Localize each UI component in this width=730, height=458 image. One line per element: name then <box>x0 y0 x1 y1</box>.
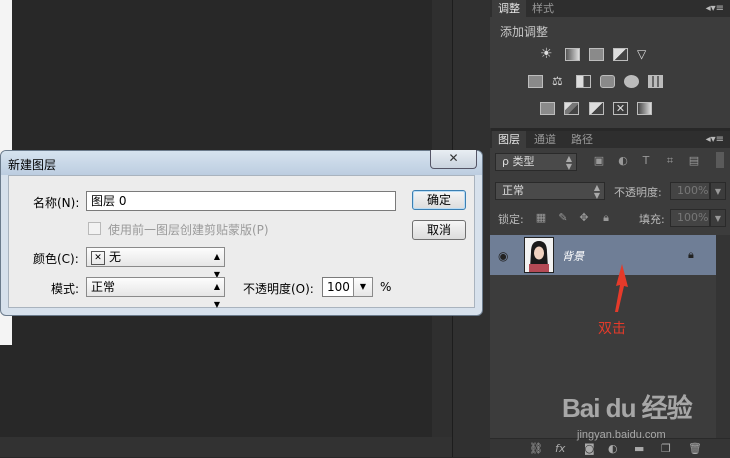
color-select[interactable]: ✕ 无 ▲ ▼ <box>86 247 225 279</box>
baidu-watermark-logo: Bai du 经验 <box>562 393 693 423</box>
filter-smart-object-icon[interactable]: ▤ <box>688 155 700 167</box>
lock-label: 锁定: <box>498 213 524 226</box>
gradient-map-icon[interactable] <box>637 102 652 115</box>
lock-position-icon[interactable]: ✥ <box>578 212 590 224</box>
tab-layers[interactable]: 图层 <box>492 131 526 148</box>
opacity-dropdown-icon[interactable]: ▼ <box>710 182 726 200</box>
filter-pixel-icon[interactable]: ▣ <box>593 155 605 167</box>
baidu-watermark-url: jingyan.baidu.com <box>577 429 666 441</box>
trash-icon[interactable]: 🗑︎ <box>688 442 702 455</box>
blend-mode-value: 正常 <box>502 184 524 197</box>
color-balance-icon[interactable]: ⚖ <box>552 75 567 88</box>
layers-scrollbar[interactable] <box>716 235 730 438</box>
fill-dropdown-icon[interactable]: ▼ <box>710 209 726 227</box>
link-icon[interactable]: ⛓ <box>529 442 543 455</box>
layers-tabbar: 图层 通道 路径 ◂▾≡ <box>490 131 730 148</box>
annotation-arrow-icon <box>615 264 628 312</box>
dialog-title: 新建图层 <box>8 158 57 172</box>
lock-paint-icon[interactable]: ✎ <box>557 212 569 224</box>
posterize-icon[interactable] <box>564 102 579 115</box>
dialog-opacity-label: 不透明度(O): <box>243 282 314 296</box>
exposure-icon[interactable] <box>613 48 628 61</box>
color-label: 颜色(C): <box>33 252 79 266</box>
dialog-opacity-input[interactable]: 100 <box>322 277 354 297</box>
black-white-icon[interactable] <box>576 75 591 88</box>
color-lookup-icon[interactable] <box>648 75 663 88</box>
filter-shape-icon[interactable]: ⌗ <box>664 155 676 167</box>
panel-menu-icon[interactable]: ◂▾≡ <box>706 0 724 17</box>
canvas-status-bar <box>0 437 452 457</box>
photo-filter-icon[interactable] <box>600 75 615 88</box>
no-color-swatch-icon: ✕ <box>91 250 105 265</box>
adjustments-title: 添加调整 <box>500 25 549 39</box>
adjustment-icon[interactable]: ◐ <box>608 442 618 455</box>
hue-saturation-icon[interactable] <box>528 75 543 88</box>
mode-select[interactable]: 正常 ▲ ▼ <box>86 277 225 309</box>
cancel-button[interactable]: 取消 <box>412 220 466 240</box>
filter-type-label: ρ 类型 <box>502 155 535 168</box>
channel-mixer-icon[interactable] <box>624 75 639 88</box>
layers-menu-icon[interactable]: ◂▾≡ <box>706 131 724 148</box>
portrait-thumbnail-icon <box>525 238 553 272</box>
chevron-updown-icon: ▲ ▼ <box>565 154 572 171</box>
mask-icon[interactable]: ◙ <box>584 442 595 455</box>
layer-name[interactable]: 背景 <box>562 248 584 264</box>
layer-filter-select[interactable]: ρ 类型 ▲ ▼ <box>495 153 577 171</box>
fx-icon[interactable]: fx <box>555 442 565 455</box>
ok-button[interactable]: 确定 <box>412 190 466 210</box>
annotation-double-click: 双击 <box>598 321 626 337</box>
layer-opacity-label: 不透明度: <box>614 186 662 199</box>
tab-styles[interactable]: 样式 <box>526 0 560 17</box>
adjustments-tabbar: 调整 样式 ◂▾≡ <box>490 0 730 17</box>
selective-color-icon[interactable]: ✕ <box>613 102 628 115</box>
vibrance-icon[interactable]: ▽ <box>637 48 652 61</box>
chevron-updown-icon: ▲ ▼ <box>593 183 600 200</box>
filter-adjustment-icon[interactable]: ◐ <box>617 155 629 167</box>
clip-mask-label: 使用前一图层创建剪贴蒙版(P) <box>108 223 269 237</box>
tab-adjustments[interactable]: 调整 <box>492 0 526 17</box>
blend-mode-select[interactable]: 正常 ▲ ▼ <box>495 182 605 200</box>
percent-label: % <box>380 280 392 294</box>
filter-toggle[interactable] <box>716 152 724 168</box>
curves-icon[interactable] <box>589 48 604 61</box>
close-icon[interactable]: ✕ <box>430 150 477 169</box>
lock-all-icon[interactable]: 🔒︎ <box>600 212 612 224</box>
color-select-value: 无 <box>109 250 122 264</box>
chevron-updown-icon: ▲ ▼ <box>213 282 220 309</box>
adjustments-panel: 调整 样式 ◂▾≡ <box>490 0 730 128</box>
layer-opacity-field[interactable]: 100% <box>670 182 710 200</box>
dialog-titlebar[interactable] <box>1 151 482 175</box>
name-label: 名称(N): <box>33 196 80 210</box>
levels-icon[interactable] <box>565 48 580 61</box>
layers-footer: ⛓ fx ◙ ◐ ▬ ❐ 🗑︎ <box>490 438 730 458</box>
filter-type-icon[interactable]: T <box>640 155 652 167</box>
tab-paths[interactable]: 路径 <box>565 131 599 148</box>
opacity-stepper-icon[interactable]: ▼ <box>353 277 373 297</box>
fill-field[interactable]: 100% <box>670 209 710 227</box>
tab-channels[interactable]: 通道 <box>528 131 562 148</box>
new-layer-icon[interactable]: ❐ <box>661 442 671 455</box>
mode-select-value: 正常 <box>91 280 116 294</box>
layer-name-input[interactable]: 图层 0 <box>86 191 396 211</box>
lock-transparent-icon[interactable]: ▦ <box>535 212 547 224</box>
brightness-contrast-icon[interactable]: ☀ <box>540 47 555 61</box>
threshold-icon[interactable] <box>589 102 604 115</box>
visibility-eye-icon[interactable]: ◉ <box>498 249 508 263</box>
layer-thumbnail[interactable] <box>524 237 554 273</box>
folder-icon[interactable]: ▬ <box>634 442 644 455</box>
clip-mask-checkbox[interactable] <box>88 222 101 235</box>
layer-lock-icon: 🔒︎ <box>688 248 694 261</box>
fill-label: 填充: <box>639 213 665 226</box>
mode-label: 模式: <box>51 282 80 296</box>
invert-icon[interactable] <box>540 102 555 115</box>
